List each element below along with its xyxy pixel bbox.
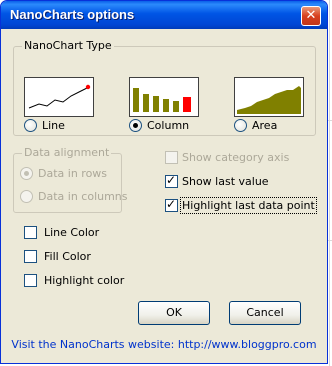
highlight-last-point-label: Highlight last data point: [180, 197, 317, 214]
line-chart-icon: [28, 84, 91, 109]
chart-type-label: NanoChart Type: [22, 39, 114, 52]
line-color-label: Line Color: [44, 226, 100, 239]
website-link[interactable]: Visit the NanoCharts website: http://www…: [4, 338, 324, 351]
show-category-axis-label: Show category axis: [182, 151, 290, 164]
show-last-value-label: Show last value: [182, 175, 269, 188]
fill-color-checkbox[interactable]: [24, 250, 37, 263]
highlight-color-checkbox[interactable]: [24, 274, 37, 287]
close-button[interactable]: ✕: [301, 6, 321, 26]
radio-selected-dot: [24, 171, 29, 176]
line-color-checkbox[interactable]: [24, 226, 37, 239]
window-title: NanoCharts options: [10, 7, 135, 22]
show-last-value-checkbox[interactable]: ✓: [165, 173, 178, 188]
column-radio-label: Column: [147, 119, 190, 132]
column-radio[interactable]: [129, 119, 142, 132]
line-radio-label: Line: [42, 119, 65, 132]
data-alignment-group: Data alignment Data in rows Data in colu…: [13, 146, 128, 213]
radio-selected-dot: [133, 123, 138, 128]
cancel-button[interactable]: Cancel: [229, 301, 301, 325]
highlight-color-label: Highlight color: [44, 274, 125, 287]
data-alignment-label: Data alignment: [22, 146, 112, 159]
area-radio-label: Area: [252, 119, 278, 132]
chart-type-group: NanoChart Type Line Column Area: [13, 39, 316, 136]
close-icon: ✕: [305, 8, 317, 23]
data-in-rows-radio[interactable]: [20, 167, 33, 180]
show-category-axis-checkbox[interactable]: [165, 151, 178, 164]
line-radio[interactable]: [24, 119, 37, 132]
column-chart-icon: [133, 88, 191, 112]
sheet-gridline: [329, 0, 330, 366]
checkmark-icon: ✓: [166, 197, 177, 211]
area-chart-preview[interactable]: [234, 77, 304, 117]
ok-button[interactable]: OK: [138, 301, 210, 325]
data-in-columns-radio[interactable]: [20, 190, 33, 203]
area-radio[interactable]: [234, 119, 247, 132]
line-chart-preview[interactable]: [24, 77, 94, 117]
area-chart-icon: [237, 86, 301, 114]
fill-color-label: Fill Color: [44, 250, 91, 263]
column-chart-preview[interactable]: [129, 77, 199, 117]
data-in-rows-label: Data in rows: [38, 167, 108, 180]
dialog-body: NanoChart Type Line Column Area Data ali…: [4, 29, 324, 360]
options-dialog: NanoCharts options ✕ NanoChart Type Line…: [0, 0, 328, 364]
data-in-columns-label: Data in columns: [38, 190, 128, 203]
highlight-last-point-checkbox[interactable]: ✓: [165, 197, 178, 212]
checkmark-icon: ✓: [166, 173, 177, 187]
title-bar[interactable]: NanoCharts options ✕: [1, 1, 327, 29]
